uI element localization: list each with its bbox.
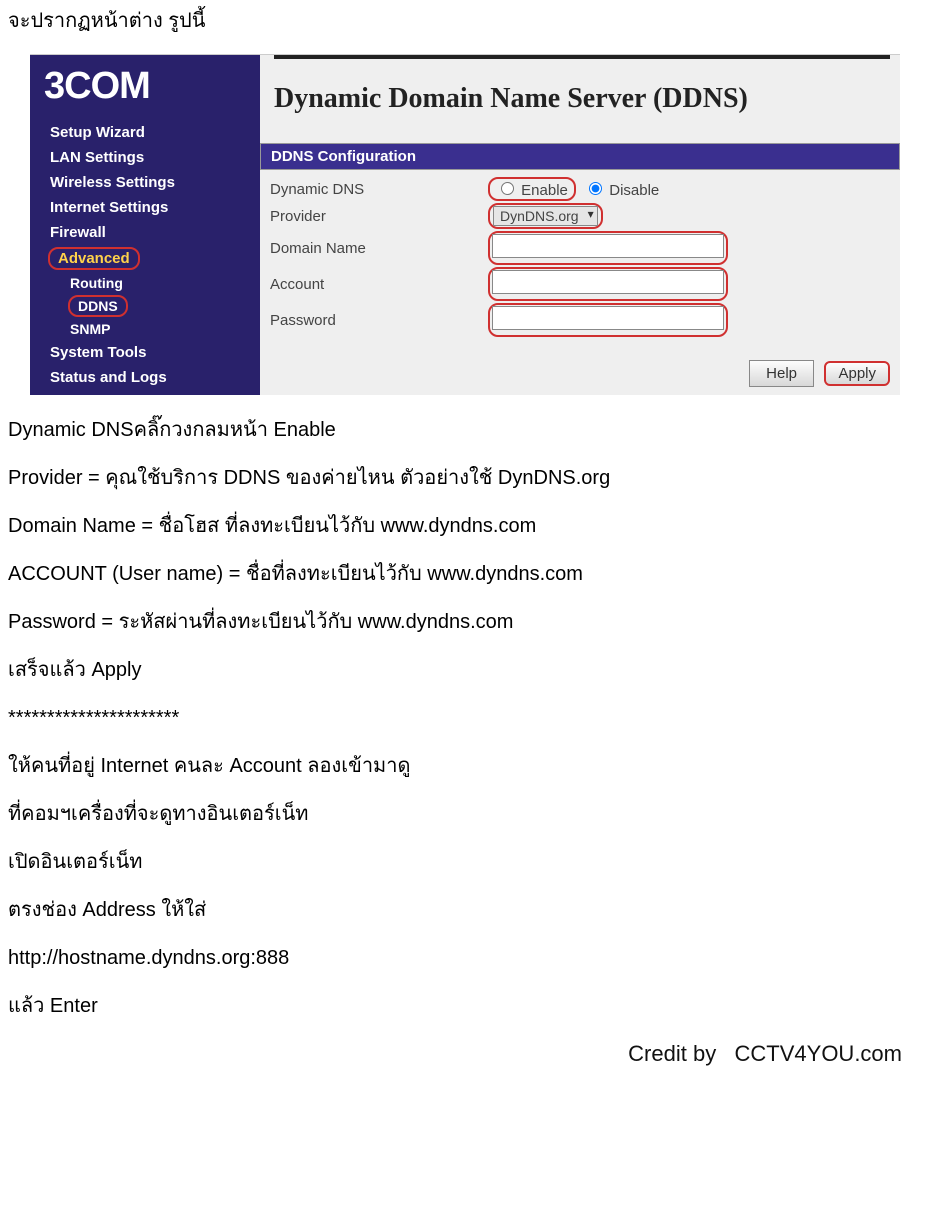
password-highlight <box>488 303 728 337</box>
credit-line: Credit by CCTV4YOU.com <box>8 1041 922 1067</box>
radio-disable[interactable] <box>589 182 602 195</box>
menu-lan-settings[interactable]: LAN Settings <box>38 145 252 170</box>
text-test2: ที่คอมฯเครื่องที่จะดูทางอินเตอร์เน็ท <box>8 801 922 827</box>
menu-firewall[interactable]: Firewall <box>38 220 252 245</box>
menu-snmp[interactable]: SNMP <box>38 318 252 340</box>
radio-enable-highlight: Enable <box>488 177 576 201</box>
text-url: http://hostname.dyndns.org:888 <box>8 945 922 971</box>
text-provider: Provider = คุณใช้บริการ DDNS ของค่ายไหน … <box>8 465 922 491</box>
label-domain-name: Domain Name <box>260 240 488 257</box>
menu-system-tools[interactable]: System Tools <box>38 340 252 365</box>
label-enable: Enable <box>521 182 568 199</box>
text-password: Password = ระหัสผ่านที่ลงทะเบียนไว้กับ w… <box>8 609 922 635</box>
menu-ddns[interactable]: DDNS <box>68 295 128 317</box>
router-screenshot: 3COM Setup Wizard LAN Settings Wireless … <box>30 54 900 395</box>
domain-highlight <box>488 231 728 265</box>
menu-internet-settings[interactable]: Internet Settings <box>38 195 252 220</box>
provider-highlight: DynDNS.org <box>488 203 603 229</box>
menu-routing[interactable]: Routing <box>38 272 252 294</box>
text-domain: Domain Name = ชื่อโฮส ที่ลงทะเบียนไว้กับ… <box>8 513 922 539</box>
help-button[interactable]: Help <box>749 360 814 387</box>
menu-status-logs[interactable]: Status and Logs <box>38 365 252 390</box>
logo-3com: 3COM <box>30 55 260 120</box>
provider-select[interactable]: DynDNS.org <box>493 206 598 226</box>
label-provider: Provider <box>260 208 488 225</box>
menu-wireless-settings[interactable]: Wireless Settings <box>38 170 252 195</box>
text-dynamic-dns: Dynamic DNSคลิ๊กวงกลมหน้า Enable <box>8 417 922 443</box>
text-test1: ให้คนที่อยู่ Internet คนละ Account ลองเข… <box>8 753 922 779</box>
account-input[interactable] <box>492 270 724 294</box>
label-password: Password <box>260 312 488 329</box>
text-separator: ********************** <box>8 705 922 731</box>
label-disable: Disable <box>609 182 659 199</box>
apply-button[interactable]: Apply <box>824 361 890 386</box>
text-account: ACCOUNT (User name) = ชื่อที่ลงทะเบียนไว… <box>8 561 922 587</box>
text-test3: เปิดอินเตอร์เน็ท <box>8 849 922 875</box>
content-panel: Dynamic Domain Name Server (DDNS) DDNS C… <box>260 55 900 395</box>
text-test4: ตรงช่อง Address ให้ใส่ <box>8 897 922 923</box>
label-account: Account <box>260 276 488 293</box>
text-enter: แล้ว Enter <box>8 993 922 1019</box>
text-apply: เสร็จแล้ว Apply <box>8 657 922 683</box>
label-dynamic-dns: Dynamic DNS <box>260 181 488 198</box>
intro-text: จะปรากฏหน้าต่าง รูปนี้ <box>8 4 922 36</box>
sidebar: 3COM Setup Wizard LAN Settings Wireless … <box>30 55 260 395</box>
menu-advanced[interactable]: Advanced <box>48 247 140 270</box>
page-heading: Dynamic Domain Name Server (DDNS) <box>260 59 900 143</box>
radio-enable[interactable] <box>501 182 514 195</box>
domain-input[interactable] <box>492 234 724 258</box>
config-title: DDNS Configuration <box>260 143 900 170</box>
menu-setup-wizard[interactable]: Setup Wizard <box>38 120 252 145</box>
account-highlight <box>488 267 728 301</box>
password-input[interactable] <box>492 306 724 330</box>
